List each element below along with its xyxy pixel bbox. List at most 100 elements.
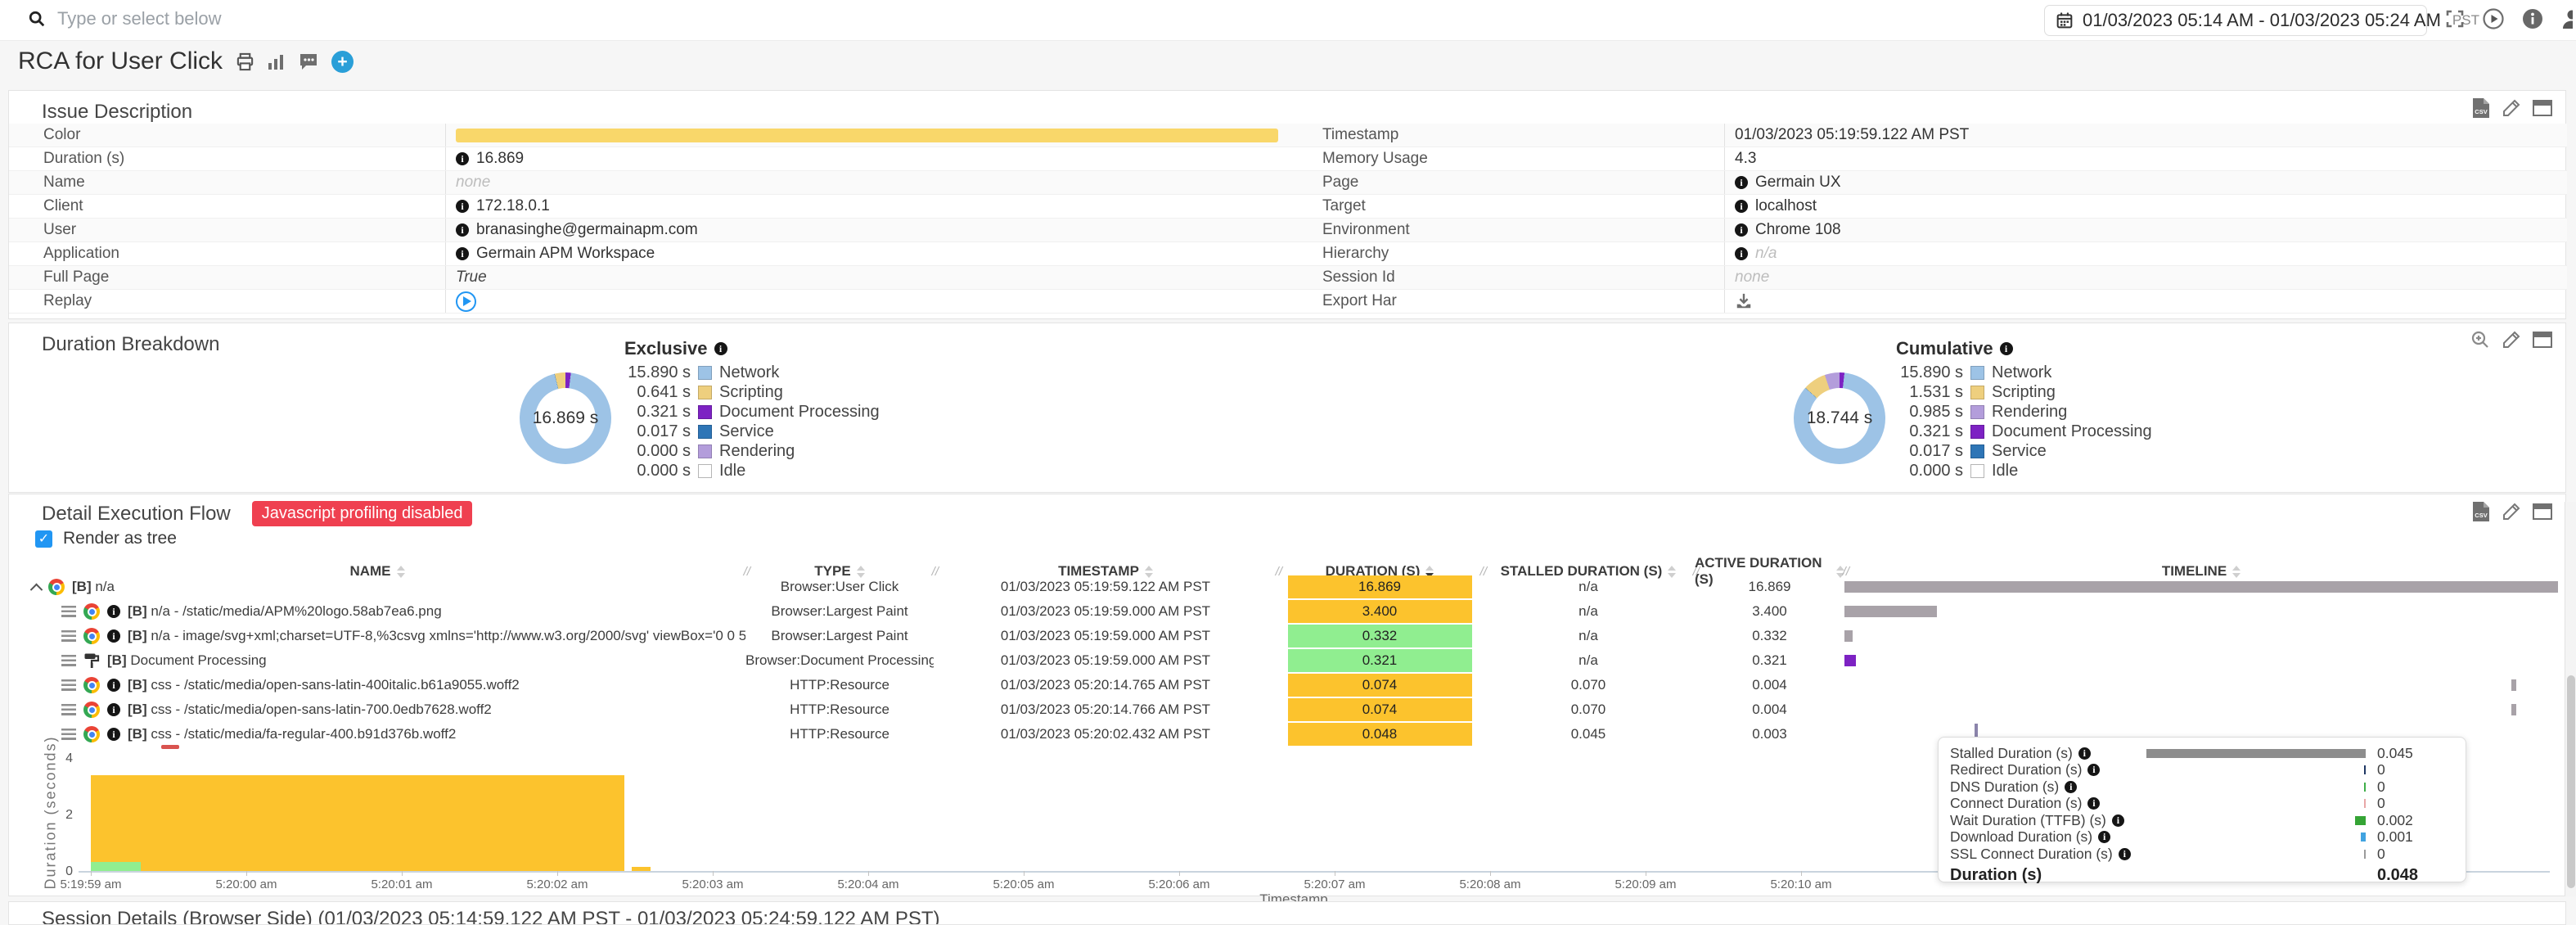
table-row[interactable]: i[B] css - /static/media/open-sans-latin… — [9, 697, 2558, 722]
menu-icon[interactable] — [61, 729, 76, 740]
info-icon[interactable]: i — [1735, 176, 1748, 189]
issue-row-user[interactable]: Useribranasinghe@germainapm.com — [9, 219, 1288, 242]
scrollbar-thumb[interactable] — [2567, 675, 2575, 888]
menu-icon[interactable] — [61, 655, 76, 666]
issue-row-hierarchy[interactable]: Hierarchyin/a — [1288, 242, 2567, 266]
issue-row-replay[interactable]: Replay — [9, 290, 1288, 314]
chevron-up-icon[interactable] — [30, 583, 43, 595]
info-icon[interactable] — [2522, 8, 2543, 29]
legend-item[interactable]: 0.000 sIdle — [1891, 461, 2152, 481]
window-icon[interactable] — [2533, 100, 2552, 116]
info-icon[interactable]: i — [2065, 781, 2077, 793]
info-icon[interactable]: i — [2087, 797, 2100, 810]
menu-icon[interactable] — [61, 704, 76, 715]
legend-item[interactable]: 0.000 sIdle — [619, 461, 880, 481]
legend-item[interactable]: 0.321 sDocument Processing — [619, 402, 880, 422]
issue-row-application[interactable]: ApplicationiGermain APM Workspace — [9, 242, 1288, 266]
menu-icon[interactable] — [61, 606, 76, 617]
info-icon[interactable]: i — [2000, 342, 2013, 355]
legend-item[interactable]: 15.890 sNetwork — [1891, 363, 2152, 382]
window-icon[interactable] — [2533, 503, 2552, 520]
event-name: [B] n/a — [72, 579, 115, 595]
download-icon[interactable] — [1735, 292, 1753, 310]
field-value — [445, 124, 1288, 147]
info-icon[interactable]: i — [456, 152, 469, 165]
comment-icon[interactable] — [299, 52, 318, 70]
info-icon[interactable]: i — [1735, 223, 1748, 237]
info-icon[interactable]: i — [456, 223, 469, 237]
info-icon[interactable]: i — [714, 342, 727, 355]
info-icon[interactable]: i — [456, 200, 469, 213]
table-row[interactable]: [B] Document ProcessingBrowser:Document … — [9, 648, 2558, 673]
zoom-in-icon[interactable] — [2470, 330, 2490, 350]
window-icon[interactable] — [2533, 332, 2552, 348]
tooltip-bar-zone — [2146, 765, 2366, 774]
table-row[interactable]: i[B] n/a - /static/media/APM%20logo.58ab… — [9, 599, 2558, 624]
print-icon[interactable] — [236, 52, 254, 71]
fullscreen-icon[interactable] — [2445, 9, 2465, 29]
issue-row-export-har[interactable]: Export Har — [1288, 290, 2567, 314]
user-icon[interactable] — [2561, 8, 2573, 29]
legend-item[interactable]: 0.000 sRendering — [619, 441, 880, 461]
issue-row-environment[interactable]: EnvironmentiChrome 108 — [1288, 219, 2567, 242]
info-icon[interactable]: i — [2078, 747, 2091, 760]
issue-row-session-id[interactable]: Session Idnone — [1288, 266, 2567, 290]
add-icon[interactable]: + — [331, 51, 354, 73]
issue-row-color[interactable]: Color — [9, 124, 1288, 147]
menu-icon[interactable] — [61, 679, 76, 691]
info-icon[interactable]: i — [2087, 764, 2100, 776]
info-icon[interactable]: i — [107, 703, 120, 716]
play-icon[interactable] — [2483, 8, 2504, 29]
tooltip-label-text: Stalled Duration (s) — [1950, 745, 2073, 762]
issue-row-memory-usage[interactable]: Memory Usage4.3 — [1288, 147, 2567, 171]
chart-bars-icon[interactable] — [268, 53, 286, 70]
info-icon[interactable]: i — [2112, 814, 2124, 827]
edit-pencil-icon[interactable] — [2502, 330, 2521, 350]
info-icon[interactable]: i — [107, 728, 120, 741]
chart-block — [632, 867, 651, 871]
legend-item[interactable]: 1.531 sScripting — [1891, 382, 2152, 402]
info-icon[interactable]: i — [107, 605, 120, 618]
date-range-picker[interactable]: 01/03/2023 05:14 AM - 01/03/2023 05:24 A… — [2044, 5, 2427, 36]
info-icon[interactable]: i — [107, 679, 120, 692]
export-csv-icon[interactable]: CSV — [2472, 501, 2490, 522]
legend-label: Scripting — [1992, 383, 2056, 402]
legend-item[interactable]: 0.641 sScripting — [619, 382, 880, 402]
legend-item[interactable]: 0.321 sDocument Processing — [1891, 422, 2152, 441]
field-value: ilocalhost — [1724, 195, 2567, 218]
legend-item[interactable]: 15.890 sNetwork — [619, 363, 880, 382]
global-search-input[interactable]: Type or select below — [28, 8, 222, 29]
issue-row-timestamp[interactable]: Timestamp01/03/2023 05:19:59.122 AM PST — [1288, 124, 2567, 147]
edit-pencil-icon[interactable] — [2502, 98, 2521, 118]
x-tick-mark — [868, 871, 869, 876]
cell-stalled-duration: n/a — [1482, 579, 1695, 595]
issue-row-duration-s-[interactable]: Duration (s)i16.869 — [9, 147, 1288, 171]
info-icon[interactable]: i — [2119, 848, 2131, 860]
export-csv-icon[interactable]: CSV — [2472, 97, 2490, 119]
tooltip-row-label: SSL Connect Duration (s)i — [1950, 846, 2146, 863]
issue-row-full-page[interactable]: Full PageTrue — [9, 266, 1288, 290]
chart-marker — [161, 745, 179, 749]
info-icon[interactable]: i — [1735, 200, 1748, 213]
issue-row-target[interactable]: Targetilocalhost — [1288, 195, 2567, 219]
table-row[interactable]: [B] n/aBrowser:User Click01/03/2023 05:1… — [9, 575, 2558, 599]
issue-row-client[interactable]: Clienti172.18.0.1 — [9, 195, 1288, 219]
info-icon[interactable]: i — [107, 629, 120, 643]
render-as-tree-checkbox[interactable]: ✓ — [35, 530, 52, 548]
legend-item[interactable]: 0.017 sService — [1891, 441, 2152, 461]
legend-item[interactable]: 0.017 sService — [619, 422, 880, 441]
tooltip-row: SSL Connect Duration (s)i0 — [1950, 846, 2456, 863]
info-icon[interactable]: i — [456, 247, 469, 260]
replay-play-icon[interactable] — [456, 291, 476, 312]
table-row[interactable]: i [B] css - /static/media/open-sans-latin… — [9, 673, 2558, 697]
info-icon[interactable]: i — [1735, 247, 1748, 260]
menu-icon[interactable] — [61, 630, 76, 642]
edit-pencil-icon[interactable] — [2502, 502, 2521, 521]
event-name: [B] css - /static/media/open-sans-latin-… — [128, 677, 520, 693]
table-row[interactable]: i[B] n/a - image/svg+xml;charset=UTF-8,%… — [9, 624, 2558, 648]
legend-item[interactable]: 0.985 sRendering — [1891, 402, 2152, 422]
issue-row-page[interactable]: PageiGermain UX — [1288, 171, 2567, 195]
issue-row-name[interactable]: Namenone — [9, 171, 1288, 195]
vertical-scrollbar[interactable] — [2565, 502, 2576, 896]
info-icon[interactable]: i — [2098, 831, 2110, 843]
